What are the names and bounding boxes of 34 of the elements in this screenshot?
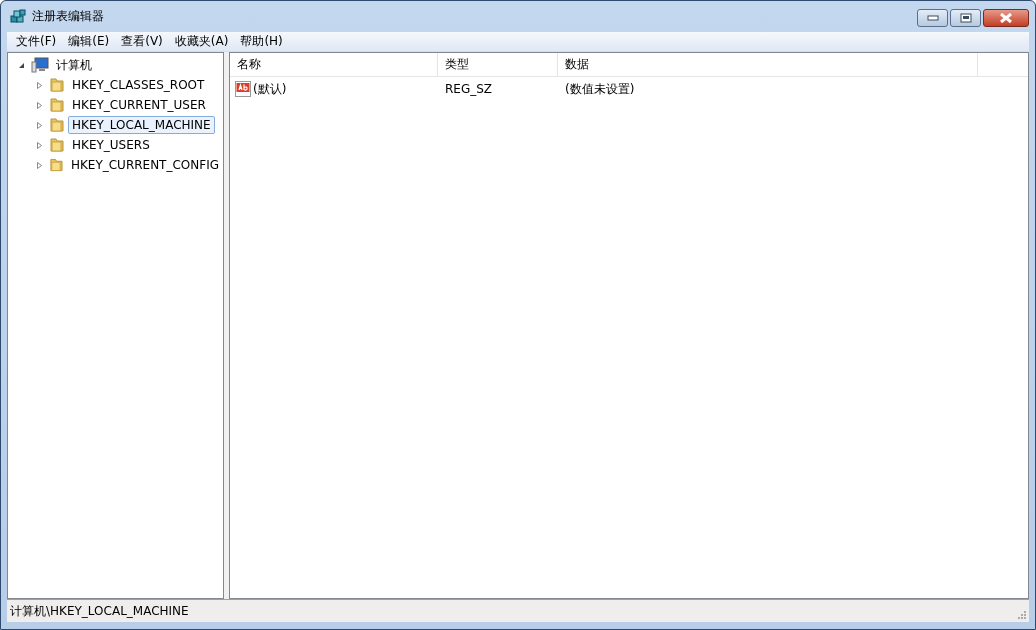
window-title: 注册表编辑器 [32, 8, 104, 25]
menu-item[interactable]: 查看(V) [115, 33, 169, 50]
folder-icon [49, 77, 65, 93]
column-header[interactable]: 类型 [438, 53, 558, 76]
minimize-button[interactable] [917, 9, 948, 27]
table-cell-text: (数值未设置) [564, 80, 636, 98]
tree-item[interactable]: HKEY_CURRENT_USER [68, 96, 210, 114]
menu-item[interactable]: 编辑(E) [62, 33, 116, 50]
menu-item[interactable]: 收藏夹(A) [168, 33, 235, 50]
registry-cubes-icon [10, 8, 26, 25]
maximize-icon [959, 13, 972, 23]
tree-item[interactable]: HKEY_USERS [68, 136, 154, 154]
minimize-icon [926, 15, 939, 21]
folder-icon [49, 117, 65, 133]
folder-icon [49, 97, 65, 113]
folder-icon [49, 137, 65, 153]
expand-triangle-icon[interactable] [18, 61, 25, 69]
maximize-button[interactable] [950, 9, 981, 27]
table-cell-text: REG_SZ [444, 82, 494, 96]
menu-item[interactable]: 文件(F) [10, 33, 63, 50]
close-icon [999, 13, 1013, 23]
value-name: (默认) [253, 80, 287, 98]
folder-icon [49, 157, 64, 173]
computer-icon [31, 57, 49, 73]
menu-item[interactable]: 帮助(H) [234, 33, 289, 50]
column-header[interactable]: 名称 [230, 53, 438, 76]
tree-item[interactable]: HKEY_CURRENT_CONFIG [66, 156, 223, 174]
string-value-icon [235, 81, 251, 97]
tree-item[interactable]: HKEY_CLASSES_ROOT [68, 76, 209, 94]
close-button[interactable] [983, 9, 1029, 27]
status-path: 计算机\HKEY_LOCAL_MACHINE [10, 602, 189, 620]
tree-item[interactable]: 计算机 [52, 54, 96, 76]
tree-item[interactable]: HKEY_LOCAL_MACHINE [68, 116, 215, 134]
column-header[interactable]: 数据 [558, 53, 978, 76]
